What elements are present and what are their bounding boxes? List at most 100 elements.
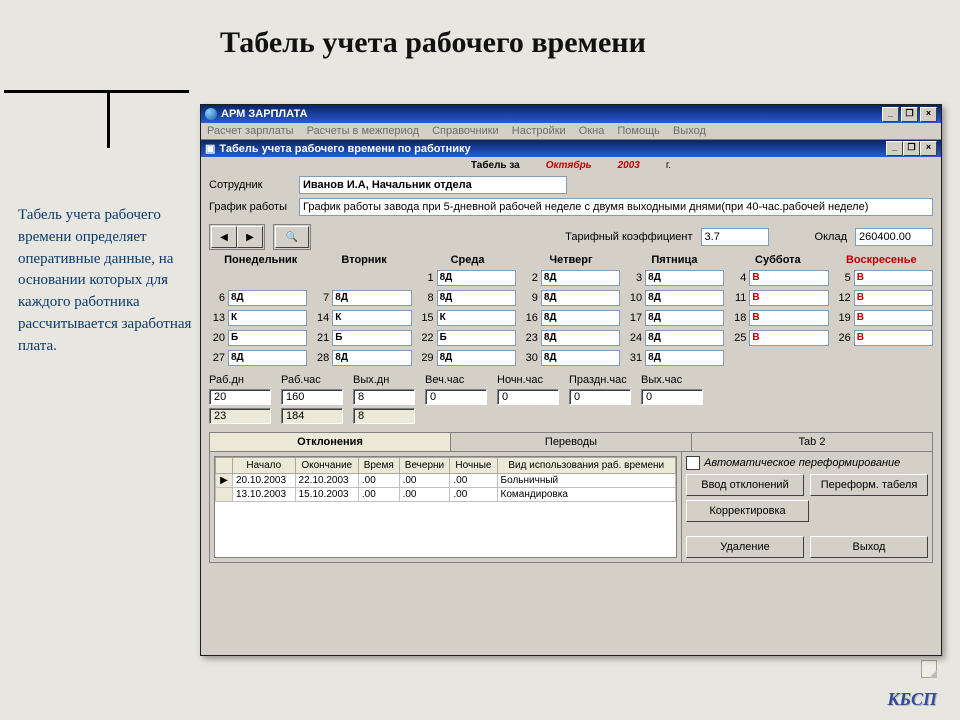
day-value[interactable]: В — [854, 290, 933, 306]
day-value[interactable]: 8Д — [228, 290, 307, 306]
table-row[interactable]: ▶20.10.200322.10.2003.00.00.00Больничный — [216, 474, 676, 488]
menu-item[interactable]: Окна — [579, 125, 605, 137]
grid-header[interactable]: Начало — [233, 458, 296, 474]
next-button[interactable]: ▶ — [237, 226, 263, 248]
day-value[interactable]: 8Д — [645, 270, 724, 286]
input-deviations-button[interactable]: Ввод отклонений — [686, 474, 804, 496]
totals-value[interactable]: 160 — [281, 389, 343, 405]
day-value[interactable]: В — [749, 270, 828, 286]
day-value[interactable]: 8Д — [645, 290, 724, 306]
tab-tab2[interactable]: Tab 2 — [692, 433, 932, 451]
day-value[interactable]: 8Д — [541, 330, 620, 346]
day-value[interactable]: 8Д — [332, 350, 411, 366]
grid-header[interactable]: Вечерни — [399, 458, 450, 474]
totals-value[interactable]: 0 — [425, 389, 487, 405]
day-value[interactable]: 8Д — [228, 350, 307, 366]
correct-button[interactable]: Корректировка — [686, 500, 809, 522]
grid-cell[interactable]: 22.10.2003 — [295, 474, 358, 488]
day-value[interactable]: В — [749, 310, 828, 326]
minimize-button[interactable]: _ — [882, 107, 899, 122]
grid-cell[interactable]: .00 — [358, 474, 399, 488]
day-value[interactable]: 8Д — [437, 270, 516, 286]
grid-cell[interactable]: .00 — [450, 488, 497, 502]
day-value[interactable]: В — [854, 330, 933, 346]
totals-value[interactable]: 0 — [497, 389, 559, 405]
totals-value[interactable]: 8 — [353, 389, 415, 405]
menu-item[interactable]: Настройки — [512, 125, 566, 137]
grid-cell[interactable]: Командировка — [497, 488, 675, 502]
grid-header[interactable]: Вид использования раб. времени — [497, 458, 675, 474]
totals-value[interactable]: 20 — [209, 389, 271, 405]
reform-button[interactable]: Переформ. табеля — [810, 474, 928, 496]
grid-cell[interactable]: .00 — [358, 488, 399, 502]
day-value[interactable]: 8Д — [541, 270, 620, 286]
menu-item[interactable]: Расчеты в межпериод — [307, 125, 419, 137]
grid-cell[interactable]: .00 — [399, 488, 450, 502]
menu-item[interactable]: Выход — [673, 125, 706, 137]
sub-minimize-button[interactable]: _ — [886, 141, 903, 156]
day-value[interactable]: В — [749, 330, 828, 346]
grid-cell[interactable]: 20.10.2003 — [233, 474, 296, 488]
auto-reform-check[interactable]: Автоматическое переформирование — [686, 456, 928, 470]
checkbox-icon — [686, 456, 700, 470]
employee-field[interactable]: Иванов И.А, Начальник отдела — [299, 176, 567, 194]
calendar-cell: 78Д — [313, 290, 411, 306]
day-value[interactable]: В — [749, 290, 828, 306]
salary-field[interactable]: 260400.00 — [855, 228, 933, 246]
day-number: 6 — [209, 292, 225, 304]
grid-header[interactable] — [216, 458, 233, 474]
grid-cell[interactable]: Больничный — [497, 474, 675, 488]
day-value[interactable]: 8Д — [437, 290, 516, 306]
day-value[interactable]: Б — [332, 330, 411, 346]
day-number: 29 — [418, 352, 434, 364]
totals-value[interactable]: 0 — [569, 389, 631, 405]
sub-restore-button[interactable]: ❐ — [903, 141, 920, 156]
calendar-grid: 18Д28Д38Д4В5В68Д78Д88Д98Д108Д11В12В13К14… — [209, 270, 933, 366]
close-button[interactable]: × — [920, 107, 937, 122]
day-value[interactable]: Б — [437, 330, 516, 346]
sub-title-text: Табель учета рабочего времени по работни… — [219, 143, 470, 155]
grid-cell[interactable]: .00 — [450, 474, 497, 488]
grid-cell[interactable]: 15.10.2003 — [295, 488, 358, 502]
day-value[interactable]: 8Д — [541, 290, 620, 306]
prev-button[interactable]: ◀ — [211, 226, 237, 248]
grid-cell[interactable]: .00 — [399, 474, 450, 488]
preview-button[interactable]: 🔍 — [275, 226, 309, 248]
day-value[interactable]: 8Д — [645, 330, 724, 346]
day-value[interactable]: К — [437, 310, 516, 326]
delete-button[interactable]: Удаление — [686, 536, 804, 558]
day-value[interactable]: 8Д — [541, 310, 620, 326]
deviations-grid[interactable]: НачалоОкончаниеВремяВечерниНочныеВид исп… — [214, 456, 677, 558]
day-number: 7 — [313, 292, 329, 304]
tab-deviations[interactable]: Отклонения — [210, 433, 451, 451]
day-value[interactable]: 8Д — [541, 350, 620, 366]
schedule-field[interactable]: График работы завода при 5-дневной рабоч… — [299, 198, 933, 216]
day-value[interactable]: Б — [228, 330, 307, 346]
day-value[interactable]: В — [854, 310, 933, 326]
maximize-button[interactable]: ❐ — [901, 107, 918, 122]
day-value[interactable]: 8Д — [437, 350, 516, 366]
calendar-cell: 13К — [209, 310, 307, 326]
calendar-cell: 38Д — [626, 270, 724, 286]
totals-value[interactable]: 0 — [641, 389, 703, 405]
grid-header[interactable]: Окончание — [295, 458, 358, 474]
day-value[interactable]: 8Д — [332, 290, 411, 306]
totals-readonly: 23 — [209, 408, 271, 424]
menu-item[interactable]: Расчет зарплаты — [207, 125, 294, 137]
exit-button[interactable]: Выход — [810, 536, 928, 558]
menu-item[interactable]: Помощь — [617, 125, 660, 137]
grid-header[interactable]: Время — [358, 458, 399, 474]
menu-item[interactable]: Справочники — [432, 125, 499, 137]
grid-cell[interactable]: 13.10.2003 — [233, 488, 296, 502]
tab-transfers[interactable]: Переводы — [451, 433, 692, 451]
day-number: 14 — [313, 312, 329, 324]
sub-close-button[interactable]: × — [920, 141, 937, 156]
coeff-field[interactable]: 3.7 — [701, 228, 769, 246]
day-value[interactable]: 8Д — [645, 310, 724, 326]
grid-header[interactable]: Ночные — [450, 458, 497, 474]
day-value[interactable]: К — [228, 310, 307, 326]
day-value[interactable]: К — [332, 310, 411, 326]
day-value[interactable]: В — [854, 270, 933, 286]
day-value[interactable]: 8Д — [645, 350, 724, 366]
table-row[interactable]: 13.10.200315.10.2003.00.00.00Командировк… — [216, 488, 676, 502]
